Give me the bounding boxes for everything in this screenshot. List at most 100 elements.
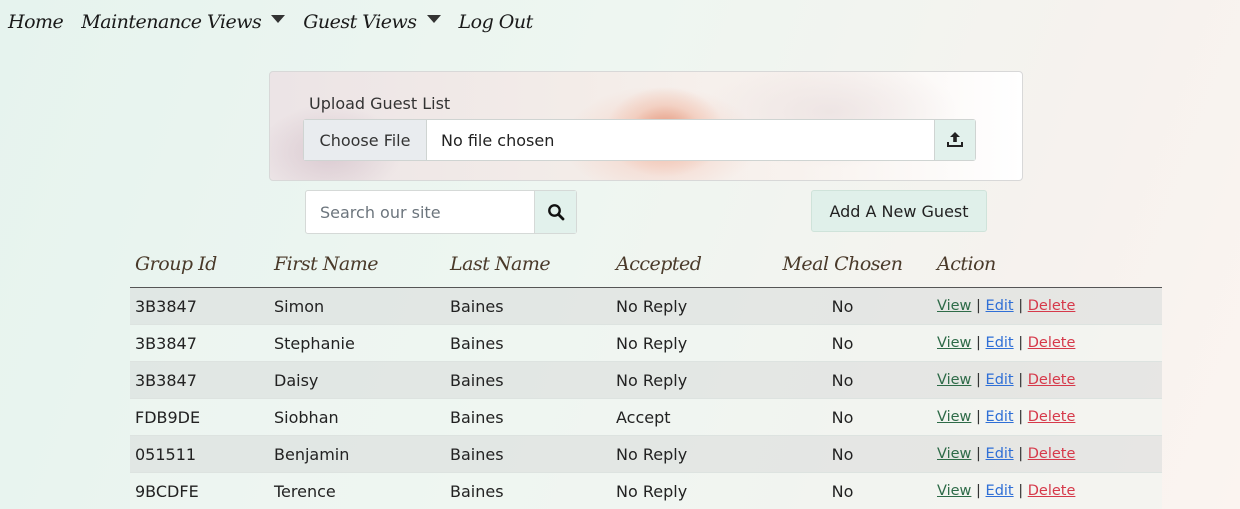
cell-first-name: Terence xyxy=(274,481,336,501)
separator: | xyxy=(976,409,981,425)
file-status-text: No file chosen xyxy=(441,130,555,150)
upload-panel: Upload Guest List Choose File No file ch… xyxy=(269,71,1023,181)
separator: | xyxy=(1018,483,1024,499)
delete-link[interactable]: Delete xyxy=(1028,446,1076,462)
delete-link[interactable]: Delete xyxy=(1028,298,1076,314)
nav-maintenance-views[interactable]: Maintenance Views xyxy=(81,11,286,33)
table-row: 9BCDFE Terence Baines No Reply No View | Edit… xyxy=(130,473,1162,509)
separator: | xyxy=(1018,298,1024,314)
table-row: 3B3847 Simon Baines No Reply No View | Edit |… xyxy=(130,288,1162,325)
col-header-first-name: First Name xyxy=(274,252,378,275)
cell-group-id: 3B3847 xyxy=(135,370,197,390)
cell-accepted: No Reply xyxy=(616,481,688,501)
view-link[interactable]: View xyxy=(937,446,971,462)
delete-link[interactable]: Delete xyxy=(1028,483,1076,499)
cell-actions: View | Edit | Delete xyxy=(934,298,1162,314)
view-link[interactable]: View xyxy=(937,335,971,351)
separator: | xyxy=(976,446,981,462)
col-header-accepted: Accepted xyxy=(616,252,702,275)
cell-actions: View | Edit | Delete xyxy=(934,446,1162,462)
separator: | xyxy=(1018,409,1024,425)
cell-meal-chosen: No xyxy=(831,296,854,316)
separator: | xyxy=(976,298,981,314)
search-button[interactable] xyxy=(534,191,576,233)
table-row: 051511 Benjamin Baines No Reply No View | Edi… xyxy=(130,436,1162,473)
caret-down-icon xyxy=(426,15,441,23)
add-guest-button[interactable]: Add A New Guest xyxy=(811,190,987,232)
search-input[interactable] xyxy=(306,191,534,233)
cell-accepted: No Reply xyxy=(616,296,688,316)
edit-link[interactable]: Edit xyxy=(986,335,1014,351)
nav-guest-views[interactable]: Guest Views xyxy=(303,11,441,33)
cell-meal-chosen: No xyxy=(831,370,854,390)
nav-home[interactable]: Home xyxy=(8,11,64,33)
table-row: 3B3847 Stephanie Baines No Reply No View | Ed… xyxy=(130,325,1162,362)
edit-link[interactable]: Edit xyxy=(986,298,1014,314)
cell-actions: View | Edit | Delete xyxy=(934,483,1162,499)
cell-group-id: 051511 xyxy=(135,444,197,464)
cell-actions: View | Edit | Delete xyxy=(934,409,1162,425)
cell-first-name: Simon xyxy=(274,296,325,316)
cell-accepted: No Reply xyxy=(616,444,688,464)
view-link[interactable]: View xyxy=(937,409,971,425)
col-header-action: Action xyxy=(937,252,996,275)
cell-last-name: Baines xyxy=(450,444,504,464)
view-link[interactable]: View xyxy=(937,298,971,314)
separator: | xyxy=(1018,446,1024,462)
cell-meal-chosen: No xyxy=(831,481,854,501)
nav-logout[interactable]: Log Out xyxy=(458,11,534,33)
table-row: FDB9DE Siobhan Baines Accept No View | Edit |… xyxy=(130,399,1162,436)
search-box xyxy=(305,190,577,234)
cell-accepted: Accept xyxy=(616,407,671,427)
separator: | xyxy=(976,483,981,499)
col-header-group-id: Group Id xyxy=(135,252,217,275)
nav-guest-label: Guest Views xyxy=(303,11,417,33)
upload-label: Upload Guest List xyxy=(309,94,451,113)
separator: | xyxy=(1018,372,1024,388)
nav-maintenance-label: Maintenance Views xyxy=(81,11,262,33)
cell-last-name: Baines xyxy=(450,296,504,316)
cell-last-name: Baines xyxy=(450,481,504,501)
edit-link[interactable]: Edit xyxy=(986,446,1014,462)
cell-last-name: Baines xyxy=(450,333,504,353)
nav-logout-label: Log Out xyxy=(458,11,534,33)
view-link[interactable]: View xyxy=(937,372,971,388)
cell-first-name: Benjamin xyxy=(274,444,350,464)
separator: | xyxy=(976,335,981,351)
separator: | xyxy=(976,372,981,388)
search-icon xyxy=(547,204,564,221)
delete-link[interactable]: Delete xyxy=(1028,372,1076,388)
table-body: 3B3847 Simon Baines No Reply No View | Edit |… xyxy=(130,288,1162,509)
cell-first-name: Daisy xyxy=(274,370,319,390)
upload-icon xyxy=(947,132,963,147)
cell-actions: View | Edit | Delete xyxy=(934,372,1162,388)
cell-group-id: 3B3847 xyxy=(135,333,197,353)
table-header: Group Id First Name Last Name Accepted M… xyxy=(130,240,1162,288)
cell-accepted: No Reply xyxy=(616,370,688,390)
cell-meal-chosen: No xyxy=(831,444,854,464)
cell-accepted: No Reply xyxy=(616,333,688,353)
nav-home-label: Home xyxy=(8,11,64,33)
guest-table: Group Id First Name Last Name Accepted M… xyxy=(130,240,1162,509)
cell-meal-chosen: No xyxy=(831,407,854,427)
delete-link[interactable]: Delete xyxy=(1028,409,1076,425)
cell-group-id: 3B3847 xyxy=(135,296,197,316)
cell-last-name: Baines xyxy=(450,370,504,390)
col-header-last-name: Last Name xyxy=(450,252,551,275)
edit-link[interactable]: Edit xyxy=(986,409,1014,425)
separator: | xyxy=(1018,335,1024,351)
delete-link[interactable]: Delete xyxy=(1028,335,1076,351)
cell-actions: View | Edit | Delete xyxy=(934,335,1162,351)
choose-file-button[interactable]: Choose File xyxy=(304,120,427,160)
cell-last-name: Baines xyxy=(450,407,504,427)
cell-meal-chosen: No xyxy=(831,333,854,353)
upload-button[interactable] xyxy=(934,120,975,160)
cell-first-name: Stephanie xyxy=(274,333,355,353)
edit-link[interactable]: Edit xyxy=(986,372,1014,388)
cell-group-id: 9BCDFE xyxy=(135,481,199,501)
edit-link[interactable]: Edit xyxy=(986,483,1014,499)
file-input-group: Choose File No file chosen xyxy=(303,119,976,161)
col-header-meal-chosen: Meal Chosen xyxy=(782,252,903,275)
view-link[interactable]: View xyxy=(937,483,971,499)
caret-down-icon xyxy=(271,15,286,23)
